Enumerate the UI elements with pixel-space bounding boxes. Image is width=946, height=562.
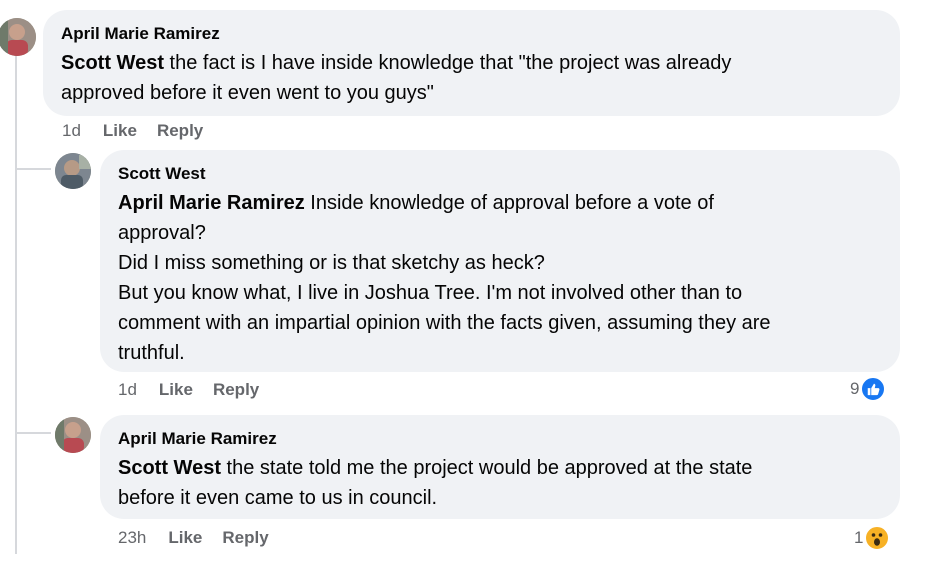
like-button[interactable]: Like	[168, 528, 202, 547]
comment-line: approved before it even went to you guys…	[61, 82, 434, 104]
comment-bubble: April Marie Ramirez Scott West the fact …	[43, 10, 900, 116]
comment-line: the state told me the project would be a…	[220, 457, 753, 479]
avatar[interactable]	[0, 18, 36, 56]
comment-text: Scott West the state told me the project…	[118, 453, 882, 513]
comment-bubble: April Marie Ramirez Scott West the state…	[100, 415, 900, 519]
thread-line	[15, 54, 17, 554]
like-button[interactable]: Like	[103, 121, 137, 140]
comment-line: before it even came to us in council.	[118, 487, 438, 509]
comment-text: Scott West the fact is I have inside kno…	[61, 48, 882, 108]
avatar[interactable]	[55, 417, 91, 453]
comment-line: But you know what, I live in Joshua Tree…	[118, 282, 743, 304]
comment-line: Did I miss something or is that sketchy …	[118, 252, 545, 274]
comment-actions: 1d Like Reply	[118, 380, 279, 400]
comment-line: the fact is I have inside knowledge that…	[163, 52, 732, 74]
comment-author[interactable]: April Marie Ramirez	[61, 24, 882, 44]
reply-button[interactable]: Reply	[213, 380, 259, 399]
avatar[interactable]	[55, 153, 91, 189]
mention-link[interactable]: Scott West	[61, 52, 164, 74]
wow-icon	[864, 525, 891, 551]
comment-actions: 1d Like Reply	[62, 121, 223, 141]
reply-button[interactable]: Reply	[157, 121, 203, 140]
reaction-count: 1	[854, 528, 864, 547]
mention-link[interactable]: Scott West	[118, 457, 221, 479]
reaction-count: 9	[850, 379, 860, 398]
comment-bubble: Scott West April Marie Ramirez Inside kn…	[100, 150, 900, 372]
comment-line: Inside knowledge of approval before a vo…	[304, 192, 714, 214]
comment-line: truthful.	[118, 342, 185, 364]
comment-line: comment with an impartial opinion with t…	[118, 312, 771, 334]
thread-connector	[15, 432, 51, 434]
comment-actions: 23h Like Reply	[118, 528, 289, 548]
like-button[interactable]: Like	[159, 380, 193, 399]
comment-author[interactable]: Scott West	[118, 164, 882, 184]
comment-line: approval?	[118, 222, 206, 244]
thread-connector	[15, 168, 51, 170]
comment-author[interactable]: April Marie Ramirez	[118, 429, 882, 449]
timestamp[interactable]: 1d	[62, 121, 81, 140]
reaction-summary[interactable]: 1	[854, 525, 891, 551]
reply-button[interactable]: Reply	[222, 528, 268, 547]
timestamp[interactable]: 23h	[118, 528, 146, 547]
mention-link[interactable]: April Marie Ramirez	[118, 192, 305, 214]
reaction-summary[interactable]: 9	[850, 376, 887, 402]
like-icon	[860, 376, 887, 402]
timestamp[interactable]: 1d	[118, 380, 137, 399]
comment-text: April Marie Ramirez Inside knowledge of …	[118, 188, 882, 368]
